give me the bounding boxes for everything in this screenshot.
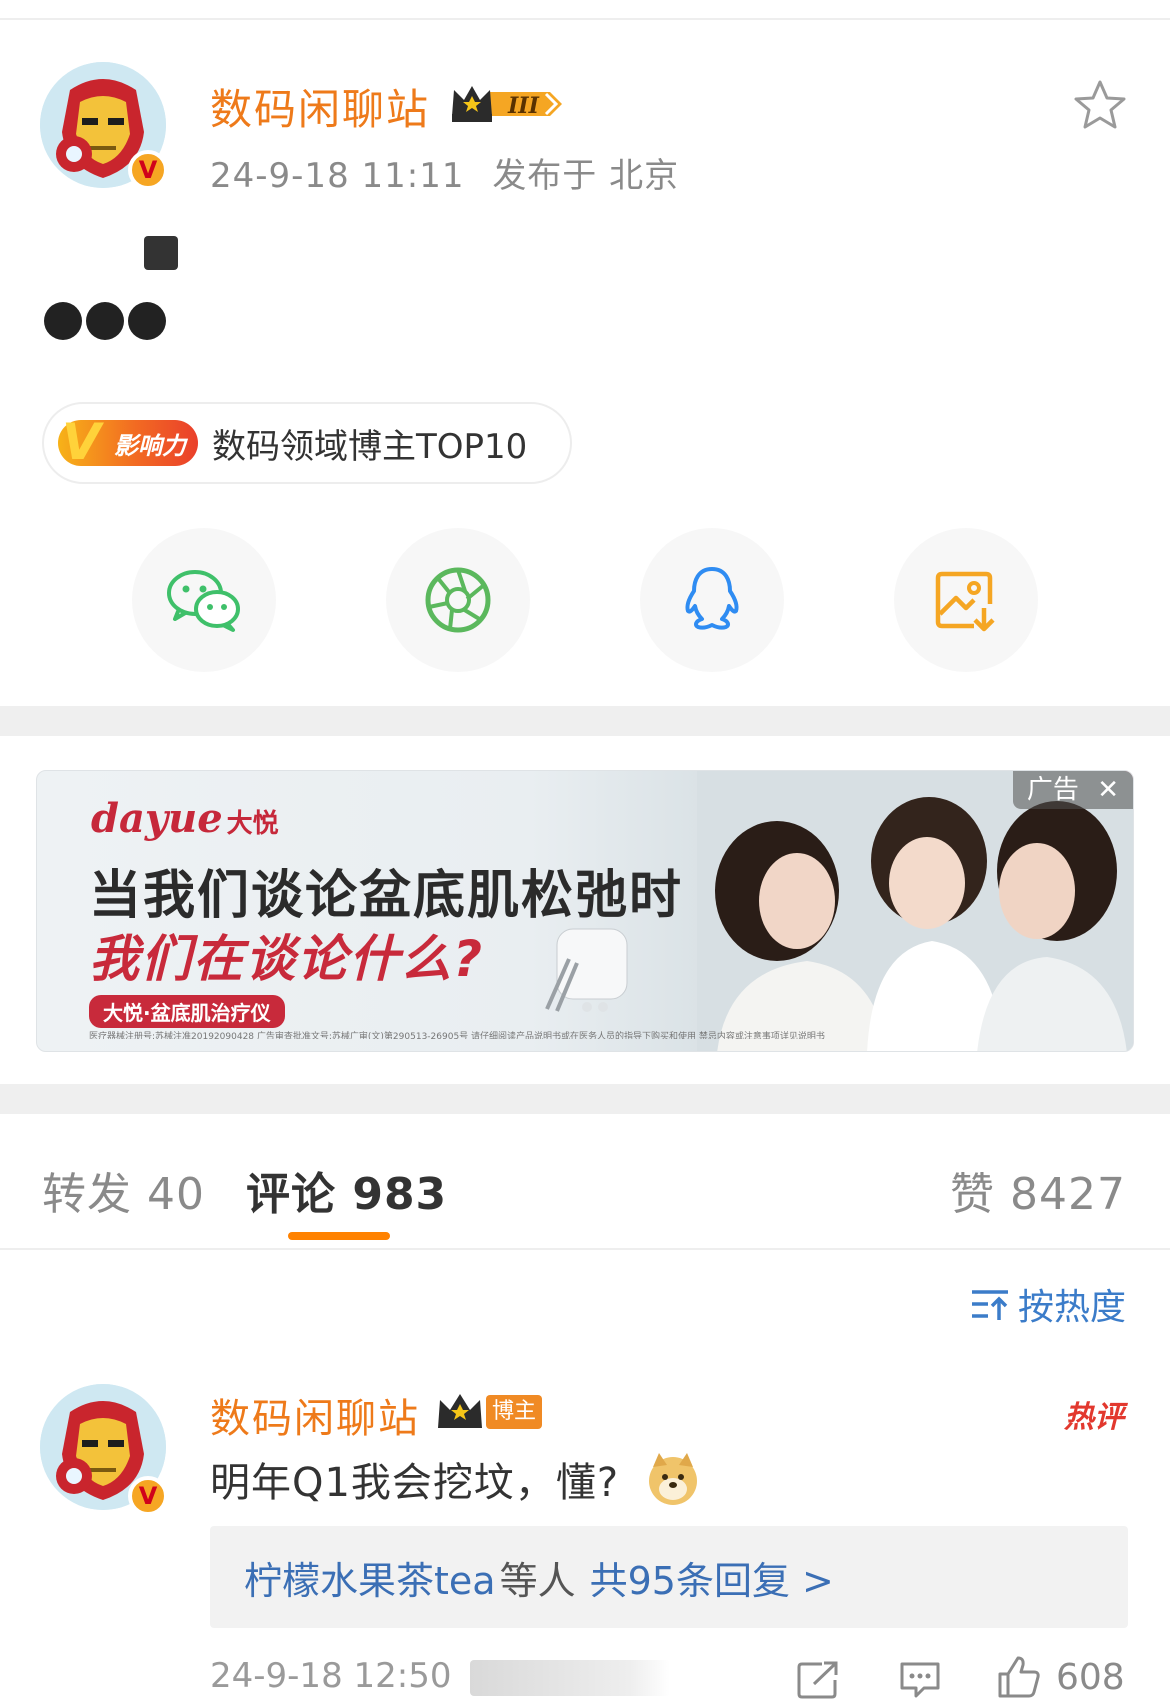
share-wechat-button[interactable] [132,528,276,672]
influence-pill[interactable]: V 影响力 数码领域博主TOP10 [42,402,572,484]
tab-comments[interactable]: 评论 983 [246,1158,447,1222]
wechat-icon [167,570,240,632]
sort-label: 按热度 [1017,1287,1126,1328]
repost-count: 40 [147,1169,205,1220]
comment-text: 明年Q1我会挖坟，懂? [210,1460,620,1506]
ad-brand-name-cn: 大悦 [226,809,279,839]
thumbs-up-icon [998,1656,1040,1698]
post-timestamp: 24-9-18 11:11 [210,156,465,196]
tab-likes[interactable]: 赞 8427 [950,1158,1126,1222]
ad-label-text: 广告 [1026,775,1079,805]
ad-brand-logo: dayue 大悦 [91,795,279,842]
influence-tag: V 影响力 [58,414,198,470]
section-separator [0,706,1170,736]
tabs-divider [0,1248,1170,1250]
verified-badge-icon: V [128,1476,168,1516]
ad-models-image [697,771,1133,1051]
ad-product-device-icon [545,928,628,1012]
comment-count: 983 [352,1169,448,1220]
like-comment-button[interactable]: 608 [996,1654,1125,1700]
comment-bubble-icon [900,1662,940,1698]
content-dot [86,302,124,340]
share-external-icon [797,1661,838,1699]
content-dot [128,302,166,340]
sort-icon [971,1290,1008,1320]
content-square-glyph [144,236,178,270]
like-label: 赞 [950,1169,996,1220]
ad-fineprint: 医疗器械注册号:苏械注准20192090428 广告审查批准文号:苏械广审(文)… [89,1032,825,1039]
ad-headline-1: 当我们谈论盆底肌松弛时 [89,866,684,926]
repost-comment-button[interactable] [796,1660,840,1704]
favorite-star-icon[interactable] [1070,76,1130,136]
like-count: 8427 [1010,1169,1126,1220]
share-moments-button[interactable] [386,528,530,672]
ad-close-icon[interactable]: ✕ [1097,775,1119,805]
qq-icon [685,567,739,630]
reply-total-link[interactable]: 共95条回复 > [590,1550,834,1605]
share-qq-button[interactable] [640,528,784,672]
comment-like-count: 608 [1056,1656,1125,1698]
crown-icon [438,1394,482,1428]
content-dot [44,302,82,340]
top-divider [0,18,1170,20]
save-image-icon [935,571,995,632]
post-location: 发布于 北京 [492,156,680,196]
content-dots [44,302,170,344]
ad-headline-2: 我们在谈论什么? [89,930,485,988]
influence-v-icon: V [62,413,101,471]
blogger-badge: 博主 [436,1390,543,1434]
blurred-watermark [470,1660,670,1696]
influence-tag-label: 影响力 [114,431,186,460]
reply-names-link[interactable]: 柠檬水果茶tea [244,1550,496,1605]
hot-comment-badge: 热评 [1064,1400,1124,1435]
ad-product-tag: 大悦·盆底肌治疗仪 [89,995,285,1028]
ad-brand-name: dayue [91,795,223,842]
blogger-tag: 博主 [486,1395,543,1429]
verified-badge-icon: V [128,150,168,190]
influence-text: 数码领域博主TOP10 [212,426,528,467]
active-tab-indicator [288,1232,390,1240]
comment-label: 评论 [246,1169,336,1220]
ad-label[interactable]: 广告 ✕ [1012,771,1133,809]
repost-label: 转发 [42,1169,132,1220]
moments-icon [425,567,491,633]
member-level-text: III [507,93,540,119]
member-crown-badge-icon[interactable]: III [450,82,564,126]
comment-body: 明年Q1我会挖坟，懂? [210,1450,701,1508]
author-name[interactable]: 数码闲聊站 [210,76,430,137]
comment-timestamp: 24-9-18 12:50 [210,1656,452,1696]
reply-suffix: 等人 [499,1558,576,1603]
reply-comment-button[interactable] [898,1660,942,1704]
sort-by-hot-button[interactable]: 按热度 [970,1278,1126,1330]
tab-repost[interactable]: 转发 40 [42,1158,205,1222]
doge-emoji-icon [649,1453,698,1505]
post-meta: 24-9-18 11:11 发布于 北京 [210,148,679,197]
ad-banner[interactable]: dayue 大悦 当我们谈论盆底肌松弛时 我们在谈论什么? 大悦·盆底肌治疗仪 广… [36,770,1134,1052]
commenter-name[interactable]: 数码闲聊站 [210,1386,420,1444]
replies-preview[interactable]: 柠檬水果茶tea 等人 共95条回复 > [210,1526,1128,1628]
save-image-button[interactable] [894,528,1038,672]
section-separator [0,1084,1170,1114]
